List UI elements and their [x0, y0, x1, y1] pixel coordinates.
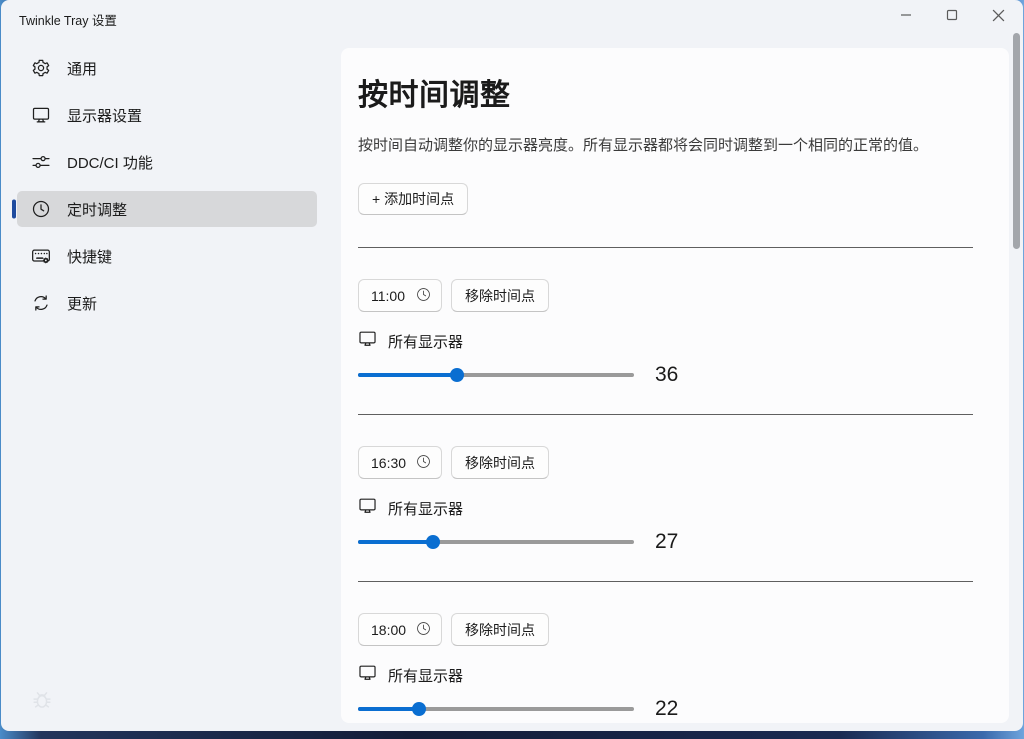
sidebar-item-updates[interactable]: 更新 [17, 285, 317, 321]
sidebar-item-label: 显示器设置 [67, 105, 142, 126]
time-entries-list: 11:00 移除时间点 所有显示器 [358, 248, 973, 721]
keyboard-gear-icon [31, 246, 51, 266]
add-time-button[interactable]: + 添加时间点 [358, 183, 468, 215]
selected-accent-pill [12, 200, 16, 219]
scrollbar-thumb[interactable] [1013, 33, 1020, 249]
sidebar-item-ddcci[interactable]: DDC/CI 功能 [17, 144, 317, 180]
slider-thumb[interactable] [426, 535, 440, 549]
slider-fill [358, 373, 457, 377]
time-entry: 11:00 移除时间点 所有显示器 [358, 248, 973, 415]
monitor-icon [358, 329, 377, 353]
brightness-row: 36 [358, 363, 973, 387]
bug-icon[interactable] [31, 689, 53, 716]
close-button[interactable] [975, 0, 1021, 33]
sidebar-item-monitor-settings[interactable]: 显示器设置 [17, 97, 317, 133]
brightness-value: 22 [655, 697, 678, 721]
minimize-icon [900, 9, 912, 24]
slider-thumb[interactable] [450, 368, 464, 382]
remove-time-button[interactable]: 移除时间点 [451, 613, 549, 646]
window-title: Twinkle Tray 设置 [19, 10, 117, 29]
sidebar-item-label: 快捷键 [67, 246, 112, 267]
clock-small-icon[interactable] [416, 454, 431, 472]
page-title: 按时间调整 [358, 70, 973, 114]
maximize-button[interactable] [929, 0, 975, 33]
clock-small-icon[interactable] [416, 621, 431, 639]
slider-thumb[interactable] [412, 702, 426, 716]
all-monitors-row: 所有显示器 [358, 497, 973, 519]
sliders-icon [31, 152, 51, 172]
gear-icon [31, 58, 51, 78]
sidebar-item-hotkeys[interactable]: 快捷键 [17, 238, 317, 274]
remove-time-button[interactable]: 移除时间点 [451, 446, 549, 479]
sidebar-item-time-adjust[interactable]: 定时调整 [17, 191, 317, 227]
brightness-value: 27 [655, 530, 678, 554]
time-entry-controls: 18:00 移除时间点 [358, 613, 973, 646]
sidebar-item-general[interactable]: 通用 [17, 50, 317, 86]
window-controls [883, 0, 1021, 33]
all-monitors-label: 所有显示器 [388, 498, 463, 519]
remove-time-button[interactable]: 移除时间点 [451, 279, 549, 312]
all-monitors-row: 所有显示器 [358, 330, 973, 352]
titlebar: Twinkle Tray 设置 [1, 0, 1023, 40]
sidebar-item-label: 通用 [67, 58, 97, 79]
time-entry: 16:30 移除时间点 所有显示器 [358, 415, 973, 582]
sidebar: 通用 显示器设置 DDC/CI 功能 [17, 50, 317, 332]
time-entry-controls: 16:30 移除时间点 [358, 446, 973, 479]
time-input[interactable]: 18:00 [358, 613, 442, 646]
monitor-icon [31, 105, 51, 125]
clock-icon [31, 199, 51, 219]
all-monitors-label: 所有显示器 [388, 665, 463, 686]
minimize-button[interactable] [883, 0, 929, 33]
time-value: 16:30 [371, 455, 406, 471]
all-monitors-label: 所有显示器 [388, 331, 463, 352]
time-value: 18:00 [371, 622, 406, 638]
brightness-slider[interactable] [358, 535, 634, 549]
time-entry: 18:00 移除时间点 所有显示器 [358, 582, 973, 721]
time-input[interactable]: 11:00 [358, 279, 442, 312]
close-icon [992, 9, 1005, 25]
time-value: 11:00 [371, 288, 405, 304]
brightness-row: 27 [358, 530, 973, 554]
refresh-icon [31, 293, 51, 313]
brightness-slider[interactable] [358, 702, 634, 716]
brightness-row: 22 [358, 697, 973, 721]
app-window: Twinkle Tray 设置 [1, 0, 1023, 731]
all-monitors-row: 所有显示器 [358, 664, 973, 686]
brightness-slider[interactable] [358, 368, 634, 382]
sidebar-item-label: 定时调整 [67, 199, 127, 220]
monitor-icon [358, 496, 377, 520]
main-panel: 按时间调整 按时间自动调整你的显示器亮度。所有显示器都将会同时调整到一个相同的正… [341, 48, 1009, 723]
maximize-icon [946, 9, 958, 24]
time-entry-controls: 11:00 移除时间点 [358, 279, 973, 312]
sidebar-item-label: DDC/CI 功能 [67, 152, 153, 173]
slider-fill [358, 707, 419, 711]
monitor-icon [358, 663, 377, 687]
sidebar-item-label: 更新 [67, 293, 97, 314]
page-description: 按时间自动调整你的显示器亮度。所有显示器都将会同时调整到一个相同的正常的值。 [358, 134, 973, 155]
brightness-value: 36 [655, 363, 678, 387]
time-input[interactable]: 16:30 [358, 446, 442, 479]
slider-fill [358, 540, 433, 544]
clock-small-icon[interactable] [416, 287, 431, 305]
